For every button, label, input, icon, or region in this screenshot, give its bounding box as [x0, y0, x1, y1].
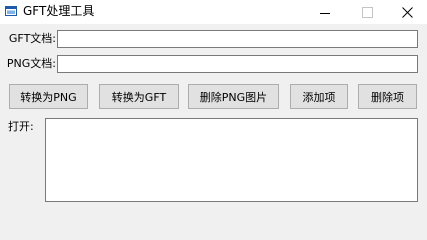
window-title: GFT处理工具: [23, 4, 95, 18]
convert-to-gft-button[interactable]: 转换为GFT: [99, 84, 179, 109]
convert-to-png-button[interactable]: 转换为PNG: [9, 84, 88, 109]
png-document-input[interactable]: [57, 55, 418, 73]
delete-png-button[interactable]: 删除PNG图片: [188, 84, 279, 109]
app-icon: [5, 6, 17, 16]
close-button[interactable]: [384, 0, 427, 24]
maximize-icon: [361, 6, 373, 18]
close-icon: [401, 6, 413, 18]
delete-item-button[interactable]: 删除项: [358, 84, 417, 109]
title-bar: GFT处理工具: [0, 0, 427, 24]
minimize-button[interactable]: [302, 0, 348, 24]
png-document-label: PNG文档:: [6, 57, 56, 70]
open-label: 打开:: [8, 120, 34, 133]
open-list[interactable]: [45, 118, 418, 202]
gft-document-input[interactable]: [57, 30, 418, 48]
gft-document-label: GFT文档:: [8, 32, 56, 45]
add-item-button[interactable]: 添加项: [290, 84, 348, 109]
minimize-icon: [320, 12, 330, 14]
